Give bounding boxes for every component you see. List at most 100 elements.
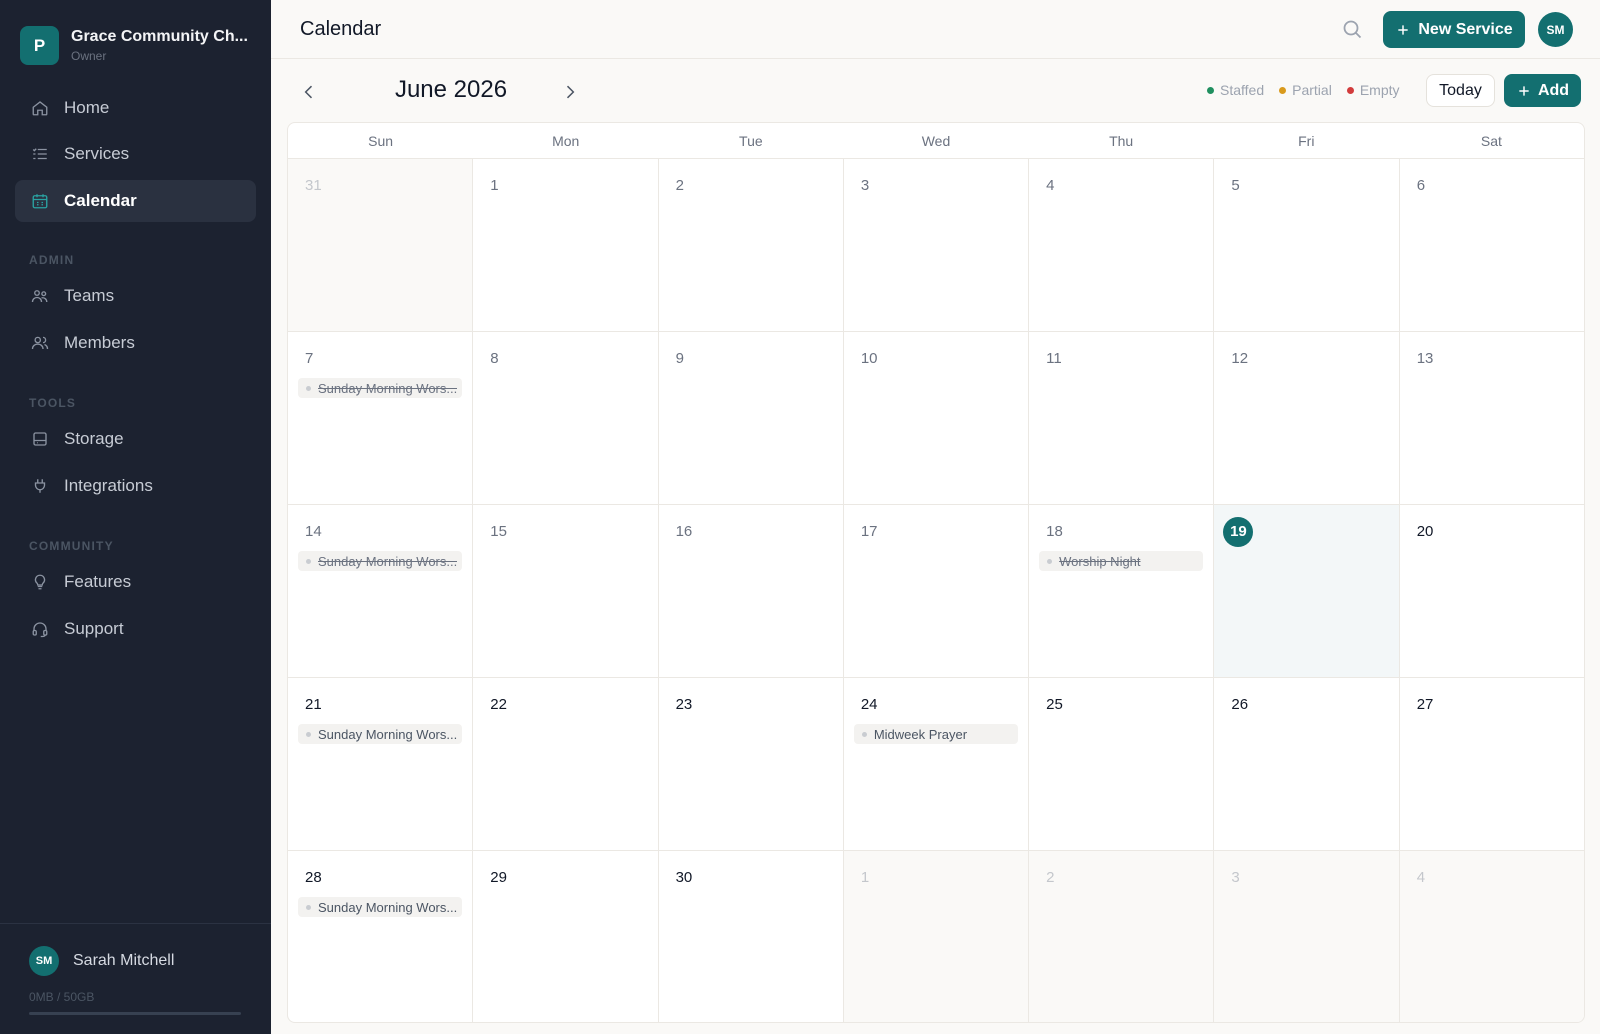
calendar-week: 21 Sunday Morning Wors... 22 23 24 Midweek Pr… [288,678,1584,851]
day-number: 24 [860,696,878,713]
user-menu[interactable]: SM Sarah Mitchell [29,946,174,976]
day-number: 29 [490,869,507,886]
day-number: 2 [1046,869,1055,886]
chevron-right-icon [566,85,575,99]
calendar-event[interactable]: Sunday Morning Wors... [298,897,463,917]
plug-icon [31,477,49,495]
calendar-day[interactable]: 18 Worship Night [1029,505,1215,677]
calendar-event[interactable]: Worship Night [1039,551,1204,571]
calendar-day[interactable]: 3 [1214,851,1400,1022]
event-status-dot [306,385,311,391]
calendar-day[interactable]: 16 [659,505,844,677]
calendar-day[interactable]: 10 [844,332,1030,504]
calendar-day[interactable]: 15 [473,505,659,677]
calendar-event[interactable]: Sunday Morning Wors... [298,551,463,571]
add-button[interactable]: Add [1504,74,1581,107]
day-number: 20 [1416,523,1434,540]
sidebar-item-support[interactable]: Support [15,608,256,650]
calendar-event[interactable]: Sunday Morning Wors... [298,724,463,744]
avatar[interactable]: SM [1538,12,1573,47]
day-number: 15 [490,523,507,540]
calendar-day[interactable]: 22 [473,678,659,850]
sidebar-item-calendar[interactable]: Calendar [15,180,256,222]
day-number: 25 [1046,696,1063,713]
sidebar-item-members[interactable]: Members [15,322,256,364]
section-label-admin: ADMIN [29,253,75,267]
calendar-day[interactable]: 1 [473,159,659,331]
event-status-dot [306,558,311,564]
sidebar-item-home[interactable]: Home [15,87,256,129]
calendar-day[interactable]: 26 [1214,678,1400,850]
sidebar-item-label: Features [64,572,132,591]
calendar-day[interactable]: 11 [1029,332,1215,504]
calendar-day[interactable]: 30 [659,851,844,1022]
org-switcher[interactable]: P Grace Community Ch... Owner [20,26,251,65]
today-button[interactable]: Today [1426,74,1495,107]
calendar-day[interactable]: 31 [288,159,474,331]
calendar-day[interactable]: 1 [843,851,1030,1022]
sidebar-item-features[interactable]: Features [15,561,256,603]
calendar-day[interactable]: 23 [659,678,844,850]
sidebar-item-label: Calendar [64,191,137,210]
plus-icon [1398,24,1409,35]
calendar-day[interactable]: 14 Sunday Morning Wors... [288,505,474,677]
home-icon [31,99,49,117]
calendar-day[interactable]: 6 [1400,159,1584,331]
org-logo: P [20,26,59,65]
legend-label: Staffed [1220,82,1265,98]
day-number: 23 [675,696,693,713]
calendar-day[interactable]: 13 [1400,332,1584,504]
next-month-button[interactable] [558,80,582,104]
calendar-day[interactable]: 25 [1029,678,1215,850]
sidebar-item-label: Members [64,333,135,352]
calendar-day[interactable]: 9 [659,332,844,504]
day-number: 14 [305,523,322,540]
legend-dot [1207,86,1214,94]
new-service-label: New Service [1418,20,1513,38]
add-label: Add [1537,81,1570,99]
headset-icon [31,620,49,638]
calendar-day[interactable]: 21 Sunday Morning Wors... [288,678,474,850]
day-number: 5 [1231,177,1240,194]
sidebar-item-teams[interactable]: Teams [15,275,256,317]
prev-month-button[interactable] [297,80,321,104]
calendar-day[interactable]: 29 [473,851,659,1022]
day-number: 22 [490,696,507,713]
event-status-dot [1047,558,1053,564]
search-button[interactable] [1340,17,1364,41]
calendar-day[interactable]: 12 [1214,332,1400,504]
day-number: 12 [1231,350,1249,367]
list-icon [31,145,49,163]
calendar-event[interactable]: Midweek Prayer [853,724,1019,744]
new-service-button[interactable]: New Service [1383,11,1525,48]
calendar-event[interactable]: Sunday Morning Wors... [298,378,463,398]
event-title: Worship Night [1059,553,1141,569]
sidebar-item-integrations[interactable]: Integrations [15,465,256,507]
legend-dot [1346,86,1354,94]
legend-dot [1279,86,1287,94]
calendar-day[interactable]: 24 Midweek Prayer [844,678,1030,850]
sidebar-item-label: Services [64,144,130,163]
day-number: 4 [1416,869,1426,886]
weekday-sat: Sat [1480,133,1502,149]
calendar-day[interactable]: 4 [1399,851,1584,1022]
calendar-day[interactable]: 5 [1214,159,1400,331]
calendar-day-today[interactable]: 19 [1214,505,1400,677]
calendar-day[interactable]: 2 [1029,851,1215,1022]
sidebar-item-storage[interactable]: Storage [15,418,256,460]
calendar-day[interactable]: 4 [1029,159,1215,331]
legend-item-empty: Empty [1346,82,1400,98]
calendar-day[interactable]: 28 Sunday Morning Wors... [288,851,474,1022]
calendar-day[interactable]: 27 [1400,678,1584,850]
sidebar-item-services[interactable]: Services [15,133,256,175]
calendar-day[interactable]: 2 [659,159,844,331]
calendar-day[interactable]: 20 [1400,505,1584,677]
top-header: Calendar New Service SM [271,0,1600,59]
calendar-day[interactable]: 17 [844,505,1030,677]
day-number: 6 [1416,177,1426,194]
calendar-day[interactable]: 3 [844,159,1030,331]
event-status-dot [861,731,867,737]
calendar-day[interactable]: 8 [473,332,659,504]
calendar-day[interactable]: 7 Sunday Morning Wors... [288,332,474,504]
event-status-dot [306,904,311,910]
